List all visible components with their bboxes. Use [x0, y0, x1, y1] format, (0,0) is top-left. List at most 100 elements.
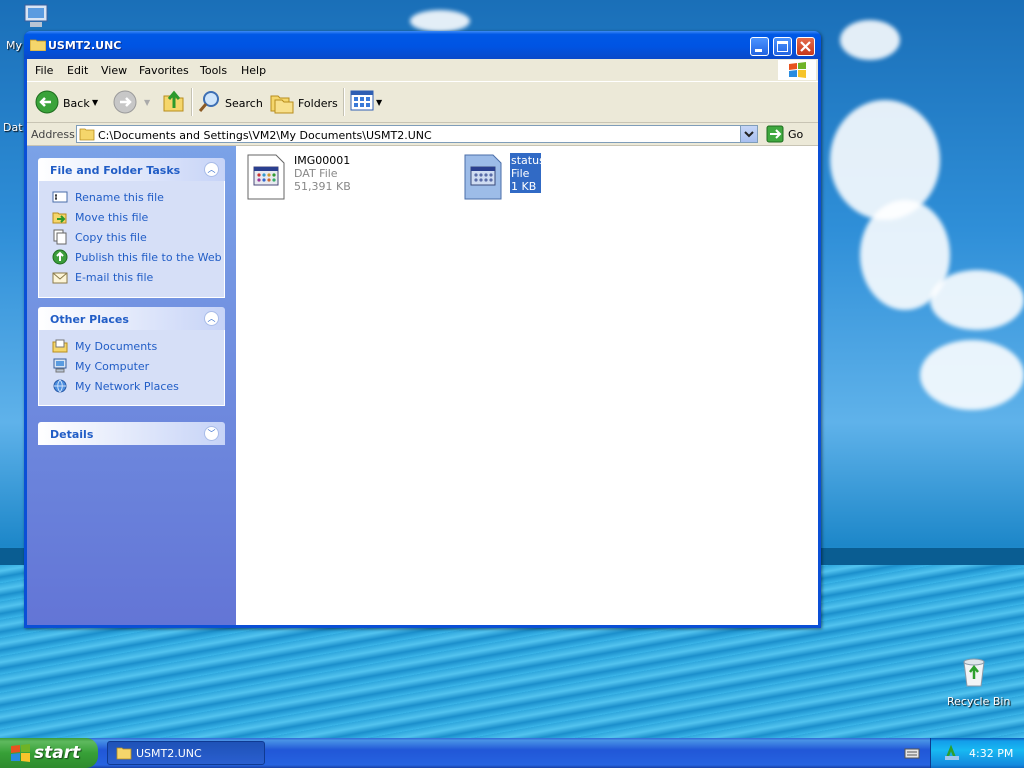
- other-places-panel: My Documents My Computer My Network Plac…: [38, 330, 225, 406]
- file-size: 51,391 KB: [294, 180, 351, 193]
- folder-icon: [30, 39, 46, 51]
- file-folder-tasks-title: File and Folder Tasks: [50, 164, 181, 177]
- go-label: Go: [788, 128, 804, 141]
- chevron-down-icon[interactable]: ﹀: [204, 426, 219, 441]
- my-computer-icon: [24, 4, 48, 27]
- minimize-icon: [755, 49, 762, 52]
- address-field[interactable]: C:\Documents and Settings\VM2\My Documen…: [76, 125, 758, 143]
- title-bar[interactable]: USMT2.UNC: [24, 31, 821, 59]
- taskbar: start USMT2.UNC 4:32 PM: [0, 738, 1024, 768]
- other-places-header[interactable]: Other Places ︿: [38, 307, 225, 330]
- my-documents-icon: [52, 339, 68, 353]
- toolbar-separator: [343, 88, 345, 116]
- start-button[interactable]: start: [0, 738, 98, 768]
- place-label: My Network Places: [75, 380, 179, 393]
- menu-favorites[interactable]: Favorites: [139, 64, 189, 77]
- search-button[interactable]: Search: [197, 87, 263, 117]
- copy-icon: [53, 229, 67, 245]
- menu-bar: File Edit View Favorites Tools Help: [27, 59, 818, 82]
- details-header[interactable]: Details ﹀: [38, 422, 225, 445]
- publish-web-icon: [52, 249, 68, 265]
- move-icon: [52, 212, 67, 224]
- taskbar-window-label: USMT2.UNC: [136, 747, 202, 760]
- menu-help[interactable]: Help: [241, 64, 266, 77]
- dat-file-icon: [247, 154, 285, 200]
- cloud: [830, 100, 940, 220]
- menu-view[interactable]: View: [101, 64, 127, 77]
- file-folder-tasks-panel: Rename this file Move this file Copy thi…: [38, 181, 225, 298]
- keyboard-icon[interactable]: [904, 746, 920, 760]
- cloud: [930, 270, 1024, 330]
- windows-flag-icon: [11, 744, 30, 762]
- system-tray: 4:32 PM: [930, 738, 1024, 768]
- folders-label: Folders: [298, 97, 338, 110]
- folders-button[interactable]: Folders: [269, 87, 338, 117]
- menu-tools[interactable]: Tools: [200, 64, 227, 77]
- taskbar-window-button[interactable]: USMT2.UNC: [107, 741, 265, 765]
- cloud: [840, 20, 900, 60]
- file-item-status[interactable]: status File 1 KB: [463, 153, 583, 205]
- rename-icon: [52, 191, 68, 203]
- forward-button[interactable]: [111, 87, 141, 117]
- windows-logo: [778, 60, 816, 80]
- place-label: My Computer: [75, 360, 150, 373]
- desktop-icon-label: My: [6, 39, 23, 52]
- minimize-button[interactable]: [750, 37, 769, 56]
- file-folder-tasks-header[interactable]: File and Folder Tasks ︿: [38, 158, 225, 181]
- address-value: C:\Documents and Settings\VM2\My Documen…: [98, 129, 432, 142]
- task-label: Rename this file: [75, 191, 164, 204]
- window-client: File Edit View Favorites Tools Help Back…: [27, 59, 818, 625]
- desktop-icon-data[interactable]: Dat: [2, 118, 26, 134]
- folder-icon: [116, 747, 132, 760]
- network-tray-icon[interactable]: [943, 744, 961, 762]
- clock[interactable]: 4:32 PM: [969, 747, 1013, 760]
- recycle-bin-icon: [963, 658, 985, 687]
- close-button[interactable]: [796, 37, 815, 56]
- views-button[interactable]: ▼: [349, 88, 385, 116]
- address-dropdown-button[interactable]: [740, 126, 757, 142]
- close-icon: [800, 41, 811, 52]
- back-arrow-icon: [35, 90, 59, 114]
- task-label: Move this file: [75, 211, 149, 224]
- desktop-icon-label: Dat: [3, 121, 23, 134]
- back-dropdown-icon[interactable]: ▼: [92, 98, 98, 107]
- search-icon: [198, 91, 219, 112]
- forward-dropdown-icon[interactable]: ▼: [144, 98, 150, 107]
- folder-icon: [79, 128, 95, 141]
- file-list-view[interactable]: IMG00001 DAT File 51,391 KB status File …: [236, 146, 818, 625]
- folders-icon: [270, 95, 294, 114]
- task-label: Copy this file: [75, 231, 147, 244]
- views-grid-icon: [350, 90, 374, 111]
- task-label: E-mail this file: [75, 271, 154, 284]
- file-type: File: [511, 167, 530, 180]
- chevron-up-icon[interactable]: ︿: [204, 311, 219, 326]
- up-folder-button[interactable]: [161, 88, 187, 116]
- chevron-up-icon[interactable]: ︿: [204, 162, 219, 177]
- network-places-icon: [53, 379, 67, 393]
- cloud: [410, 10, 470, 32]
- generic-file-icon: [464, 154, 502, 200]
- window-title: USMT2.UNC: [48, 39, 122, 52]
- file-name: IMG00001: [294, 154, 351, 167]
- explorer-window: USMT2.UNC File Edit View Favorites Tools…: [24, 31, 821, 628]
- file-item-img00001[interactable]: IMG00001 DAT File 51,391 KB: [246, 153, 446, 205]
- desktop-icon-label: Recycle Bin: [947, 695, 1011, 708]
- other-places-title: Other Places: [50, 313, 129, 326]
- file-type: DAT File: [294, 167, 338, 180]
- start-label: start: [34, 743, 81, 763]
- place-label: My Documents: [75, 340, 158, 353]
- desktop-icon-recycle-bin[interactable]: Recycle Bin: [942, 656, 1010, 712]
- email-icon: [52, 272, 68, 284]
- maximize-button[interactable]: [773, 37, 792, 56]
- task-pane: File and Folder Tasks ︿ Rename this file…: [27, 146, 236, 625]
- maximize-icon: [777, 41, 788, 52]
- windows-flag-icon: [789, 62, 806, 78]
- up-folder-icon: [163, 90, 184, 112]
- menu-file[interactable]: File: [35, 64, 53, 77]
- go-button[interactable]: Go: [764, 124, 806, 144]
- cloud: [920, 340, 1024, 410]
- views-dropdown-icon: ▼: [376, 98, 383, 107]
- menu-edit[interactable]: Edit: [67, 64, 88, 77]
- toolbar-separator: [191, 88, 193, 116]
- go-arrow-icon: [766, 125, 784, 143]
